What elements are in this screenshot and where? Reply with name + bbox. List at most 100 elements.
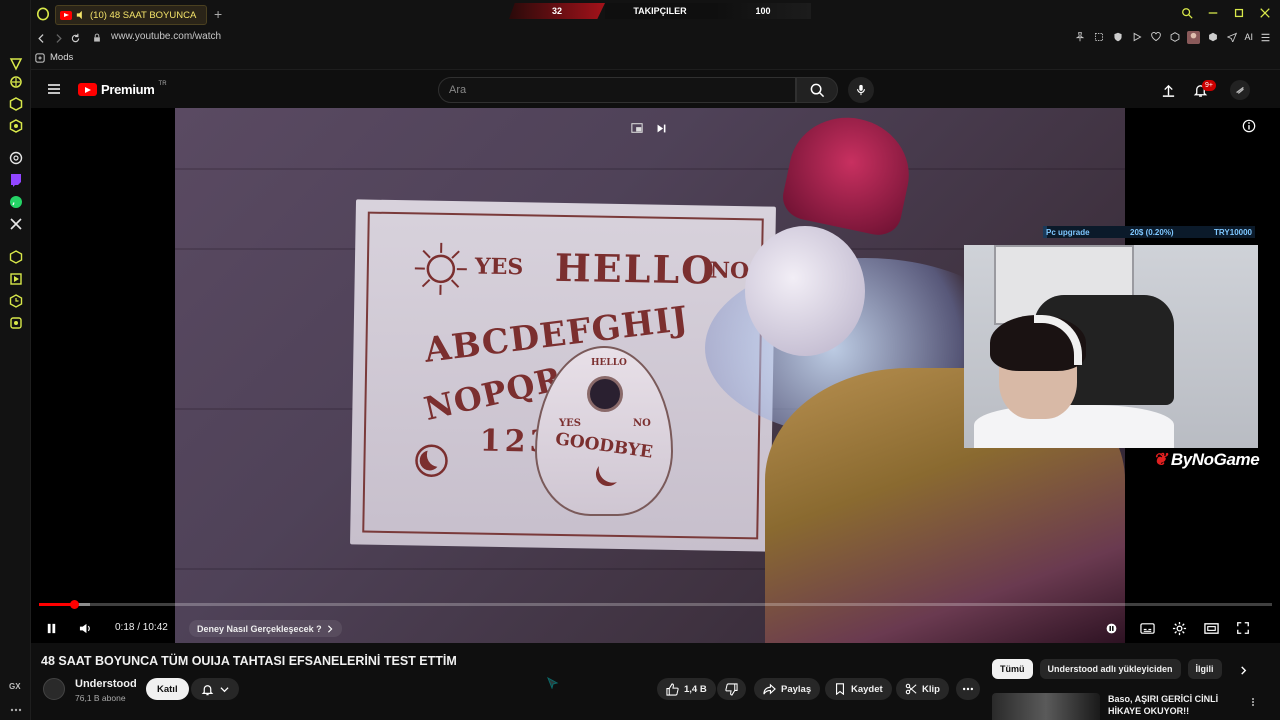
player-icon[interactable] — [1130, 30, 1143, 44]
save-button[interactable]: Kaydet — [825, 678, 892, 700]
cube-icon[interactable] — [1168, 30, 1181, 44]
vpn-icon[interactable] — [1206, 30, 1219, 44]
share-button[interactable]: Paylaş — [754, 678, 821, 700]
more-icon[interactable] — [6, 700, 26, 720]
x-twitter-icon[interactable] — [6, 214, 26, 234]
fullscreen-button[interactable] — [1235, 620, 1251, 636]
recommended-menu-icon[interactable] — [1247, 695, 1259, 709]
gx-cube-icon[interactable] — [6, 116, 26, 136]
time-display: 0:18 / 10:42 — [115, 622, 168, 633]
recommended-thumbnail[interactable] — [992, 693, 1100, 720]
heart-icon[interactable] — [1149, 30, 1162, 44]
thumbs-down-icon — [725, 682, 738, 696]
gx-hexagon-icon[interactable] — [6, 94, 26, 114]
recommended-title[interactable]: Baso, AŞIRI GERİCİ CİNLİ HİKAYE OKUYOR!! — [1108, 693, 1238, 717]
bookmarks-bar: Mods — [31, 48, 1280, 70]
snapshot-icon[interactable] — [1092, 30, 1105, 44]
donation-goal: TRY10000 — [1214, 227, 1252, 237]
progress-bar[interactable] — [39, 600, 1272, 609]
chip-from-uploader[interactable]: Understood adlı yükleyiciden — [1039, 659, 1181, 679]
like-button[interactable]: 1,4 B — [657, 678, 716, 700]
voice-search-button[interactable] — [848, 77, 874, 103]
new-tab-button[interactable]: + — [214, 7, 222, 21]
url-field[interactable]: www.youtube.com/watch — [111, 31, 221, 42]
video-player[interactable]: YES HELLO NO ABCDEFGHIJ NOPQRS 123 HELLO… — [31, 108, 1280, 643]
close-icon[interactable] — [1258, 6, 1272, 20]
logo-wordmark: Premium — [101, 82, 155, 97]
restore-icon[interactable] — [1232, 6, 1246, 20]
volume-icon — [79, 623, 90, 633]
gx-music-icon[interactable] — [6, 247, 26, 267]
theater-mode-button[interactable] — [1203, 620, 1219, 636]
minimize-icon[interactable] — [1206, 6, 1220, 20]
mouse-cursor-icon — [547, 677, 559, 689]
forward-icon[interactable] — [51, 31, 65, 45]
more-horizontal-icon — [962, 687, 974, 691]
chatgpt-icon[interactable] — [6, 148, 26, 168]
autoplay-toggle[interactable] — [1103, 620, 1119, 636]
theater-icon — [1203, 622, 1219, 634]
bookmark-mods[interactable]: Mods — [35, 52, 73, 63]
chapter-title: Deney Nasıl Gerçekleşecek ? — [197, 623, 322, 634]
planchette-no: NO — [633, 418, 651, 429]
gx-player-icon[interactable] — [6, 269, 26, 289]
search-tabs-icon[interactable] — [1180, 6, 1194, 20]
account-avatar[interactable] — [1230, 80, 1250, 100]
chapter-button[interactable]: Deney Nasıl Gerçekleşecek ? — [189, 620, 342, 637]
subscription-bell-button[interactable] — [191, 678, 239, 700]
browser-tab-youtube[interactable]: (10) 48 SAAT BOYUNCA — [55, 5, 207, 25]
video-title: 48 SAAT BOYUNCA TÜM OUIJA TAHTASI EFSANE… — [41, 654, 457, 668]
dislike-button[interactable] — [717, 678, 746, 700]
follower-label: TAKIPÇILER — [605, 3, 715, 19]
gx-corner-icon[interactable] — [6, 72, 26, 92]
clip-button[interactable]: Klip — [896, 678, 949, 700]
lock-icon[interactable] — [90, 31, 104, 45]
gx-history-icon[interactable] — [6, 291, 26, 311]
pause-button[interactable] — [43, 620, 59, 636]
played-bar — [39, 603, 74, 606]
send-icon[interactable] — [1225, 30, 1238, 44]
opera-menu-icon[interactable] — [35, 6, 51, 22]
search-input[interactable]: Ara — [438, 77, 796, 103]
join-button[interactable]: Katıl — [146, 678, 189, 700]
more-actions-button[interactable] — [956, 678, 980, 700]
info-icon[interactable] — [1241, 118, 1257, 134]
search-button[interactable] — [796, 77, 838, 103]
channel-avatar[interactable] — [43, 678, 65, 700]
miniplayer-icon[interactable] — [629, 120, 645, 136]
settings-button[interactable] — [1171, 620, 1187, 636]
chip-related[interactable]: İlgili — [1187, 659, 1222, 679]
scrubber-handle[interactable] — [69, 600, 79, 609]
player-controls: 0:18 / 10:42 Deney Nasıl Gerçekleşecek ? — [31, 613, 1280, 643]
youtube-masthead: Premium TR Ara 9+ — [31, 72, 1280, 108]
channel-name[interactable]: Understood — [75, 678, 137, 690]
clip-label: Klip — [922, 683, 940, 695]
gx-control-icon[interactable] — [6, 54, 26, 74]
address-bar: www.youtube.com/watch AI — [31, 28, 1280, 48]
skip-next-icon[interactable] — [653, 120, 669, 136]
ai-button[interactable]: AI — [1244, 30, 1253, 44]
gx-settings-icon[interactable] — [6, 313, 26, 333]
pin-icon[interactable] — [1073, 30, 1086, 44]
shield-icon[interactable] — [1111, 30, 1124, 44]
save-label: Kaydet — [851, 683, 883, 695]
chip-all[interactable]: Tümü — [992, 659, 1033, 679]
twitch-icon[interactable] — [6, 170, 26, 190]
youtube-favicon-icon — [60, 10, 72, 20]
share-icon — [763, 683, 776, 694]
follower-count-current: 32 — [509, 3, 605, 19]
speaker-icon[interactable] — [76, 10, 86, 20]
menu-icon[interactable] — [1259, 30, 1272, 44]
volume-button[interactable] — [77, 620, 93, 636]
subtitles-button[interactable] — [1139, 620, 1155, 636]
hamburger-menu-icon[interactable] — [47, 82, 61, 96]
profile-avatar-icon[interactable] — [1187, 30, 1201, 44]
browser-tab-bar: (10) 48 SAAT BOYUNCA + 32 TAKIPÇILER 100 — [31, 0, 1280, 28]
chips-next-button[interactable] — [1236, 663, 1250, 677]
whatsapp-icon[interactable] — [6, 192, 26, 212]
moon-icon — [415, 444, 448, 477]
back-icon[interactable] — [34, 31, 48, 45]
youtube-premium-logo[interactable]: Premium TR — [78, 81, 167, 97]
reload-icon[interactable] — [68, 31, 82, 45]
upload-button[interactable] — [1159, 81, 1177, 99]
